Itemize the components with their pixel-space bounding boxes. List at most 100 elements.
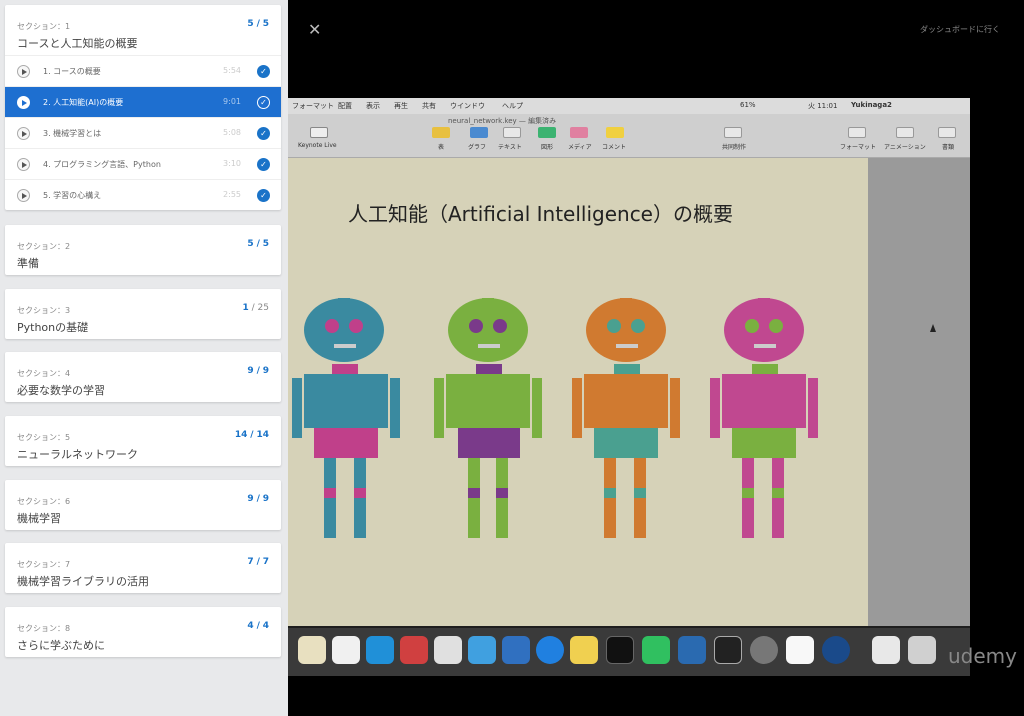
format-icon xyxy=(848,127,866,138)
close-icon[interactable]: ✕ xyxy=(308,20,321,39)
notes-icon xyxy=(298,636,326,664)
chart-icon xyxy=(470,127,488,138)
lecture-title: 5. 学習の心構え xyxy=(43,191,102,200)
section-progress: 14 / 14 xyxy=(234,430,269,440)
section-number: セクション：8 xyxy=(17,624,71,633)
lecture-duration: 9:01 xyxy=(223,97,241,106)
play-icon[interactable] xyxy=(17,158,30,171)
section-number: セクション：1 xyxy=(17,22,71,31)
toolbar-label: Keynote Live xyxy=(298,142,337,149)
section-header[interactable]: セクション：1 コースと人工知能の概要 5 / 5 xyxy=(5,5,281,55)
robot-orange xyxy=(572,298,680,538)
section-number: セクション：2 xyxy=(17,242,71,251)
robots-illustration xyxy=(292,298,818,538)
text-icon xyxy=(503,127,521,138)
menu-item: 共有 xyxy=(422,102,436,110)
keynote-icon xyxy=(502,636,530,664)
lecture-title: 1. コースの概要 xyxy=(43,67,101,76)
video-frame: フォーマット 配置 表示 再生 共有 ウインドウ ヘルプ 61% 火 11:01… xyxy=(288,98,970,676)
play-icon[interactable] xyxy=(17,189,30,202)
section-number: セクション：4 xyxy=(17,369,71,378)
section-card[interactable]: セクション：6 機械学習 9 / 9 xyxy=(5,480,281,530)
mouse-cursor-icon xyxy=(930,324,936,332)
menu-item: ヘルプ xyxy=(502,102,523,110)
quicktime-icon xyxy=(822,636,850,664)
robot-pink xyxy=(710,298,818,538)
keynote-toolbar: neural_network.key — 編集済み Keynote Live 表… xyxy=(288,114,970,158)
section-card[interactable]: セクション：4 必要な数学の学習 9 / 9 xyxy=(5,352,281,402)
section-number: セクション：3 xyxy=(17,306,71,315)
lecture-duration: 3:10 xyxy=(223,159,241,168)
toolbar-label: 図形 xyxy=(541,144,554,151)
collab-icon xyxy=(724,127,742,138)
media-icon xyxy=(570,127,588,138)
play-icon[interactable] xyxy=(17,127,30,140)
check-icon[interactable]: ✓ xyxy=(257,158,270,171)
xcode-icon xyxy=(678,636,706,664)
lecture-item[interactable]: 4. プログラミング言語、Python 3:10 ✓ xyxy=(5,148,281,179)
play-icon[interactable] xyxy=(17,96,30,109)
dashboard-link[interactable]: ダッシュボードに行く xyxy=(920,24,1000,35)
lecture-duration: 5:08 xyxy=(223,128,241,137)
section-title: 準備 xyxy=(17,257,39,270)
skype-icon xyxy=(366,636,394,664)
lecture-item[interactable]: 3. 機械学習とは 5:08 ✓ xyxy=(5,117,281,148)
check-icon[interactable]: ✓ xyxy=(257,65,270,78)
textedit-icon xyxy=(786,636,814,664)
slide-canvas: 人工知能（Artificial Intelligence）の概要 xyxy=(288,158,868,626)
slack-icon xyxy=(400,636,428,664)
section-progress: 9 / 9 xyxy=(247,366,269,376)
lecture-title: 3. 機械学習とは xyxy=(43,129,102,138)
section-card[interactable]: セクション：2 準備 5 / 5 xyxy=(5,225,281,275)
pycharm-icon xyxy=(642,636,670,664)
robot-teal xyxy=(292,298,400,538)
lecture-duration: 2:55 xyxy=(223,190,241,199)
section-card[interactable]: セクション：3 Pythonの基礎 1 / 25 xyxy=(5,289,281,339)
section-title: さらに学ぶために xyxy=(17,639,105,652)
table-icon xyxy=(432,127,450,138)
lecture-item[interactable]: 5. 学習の心構え 2:55 ✓ xyxy=(5,179,281,210)
numbers-icon xyxy=(468,636,496,664)
lecture-item[interactable]: 1. コースの概要 5:54 ✓ xyxy=(5,55,281,86)
section-card[interactable]: セクション：7 機械学習ライブラリの活用 7 / 7 xyxy=(5,543,281,593)
check-icon[interactable]: ✓ xyxy=(257,96,270,109)
animation-icon xyxy=(896,127,914,138)
section-title: ニューラルネットワーク xyxy=(17,448,138,461)
window-title: neural_network.key — 編集済み xyxy=(448,117,557,125)
video-player[interactable]: ✕ ダッシュボードに行く フォーマット 配置 表示 再生 共有 ウインドウ ヘル… xyxy=(288,0,1024,716)
section-progress: 5 / 5 xyxy=(247,239,269,249)
section-progress: 1 / 25 xyxy=(242,303,269,313)
section-progress: 7 / 7 xyxy=(247,557,269,567)
menu-item: フォーマット xyxy=(292,102,334,110)
toolbar-label: 共同制作 xyxy=(722,144,747,151)
reminders-icon xyxy=(332,636,360,664)
appstore-icon xyxy=(536,636,564,664)
inspector-panel xyxy=(868,158,970,626)
check-icon[interactable]: ✓ xyxy=(257,127,270,140)
menu-item: 再生 xyxy=(394,102,408,110)
section-card[interactable]: セクション：8 さらに学ぶために 4 / 4 xyxy=(5,607,281,657)
clock-text: 火 11:01 xyxy=(808,102,838,110)
check-icon[interactable]: ✓ xyxy=(257,189,270,202)
menu-item: 配置 xyxy=(338,102,352,110)
section-progress: 4 / 4 xyxy=(247,621,269,631)
trash-icon xyxy=(908,636,936,664)
toolbar-label: アニメーション xyxy=(884,144,926,151)
section-progress: 5 / 5 xyxy=(247,19,269,29)
section-number: セクション：6 xyxy=(17,497,71,506)
toolbar-label: 書類 xyxy=(942,144,955,151)
section-card[interactable]: セクション：5 ニューラルネットワーク 14 / 14 xyxy=(5,416,281,466)
battery-text: 61% xyxy=(740,101,756,109)
document-icon xyxy=(938,127,956,138)
toolbar-label: メディア xyxy=(568,144,592,151)
shape-icon xyxy=(538,127,556,138)
udemy-watermark: udemy xyxy=(948,644,1017,668)
toolbar-label: 表 xyxy=(438,144,445,151)
play-icon[interactable] xyxy=(17,65,30,78)
mac-menubar: フォーマット 配置 表示 再生 共有 ウインドウ ヘルプ 61% 火 11:01… xyxy=(288,98,970,114)
lecture-item-active[interactable]: 2. 人工知能(AI)の概要 9:01 ✓ xyxy=(5,86,281,117)
toolbar-label: フォーマット xyxy=(840,144,877,151)
menu-item: ウインドウ xyxy=(450,102,485,110)
lecture-duration: 5:54 xyxy=(223,66,241,75)
toolbar-label: グラフ xyxy=(468,144,487,151)
